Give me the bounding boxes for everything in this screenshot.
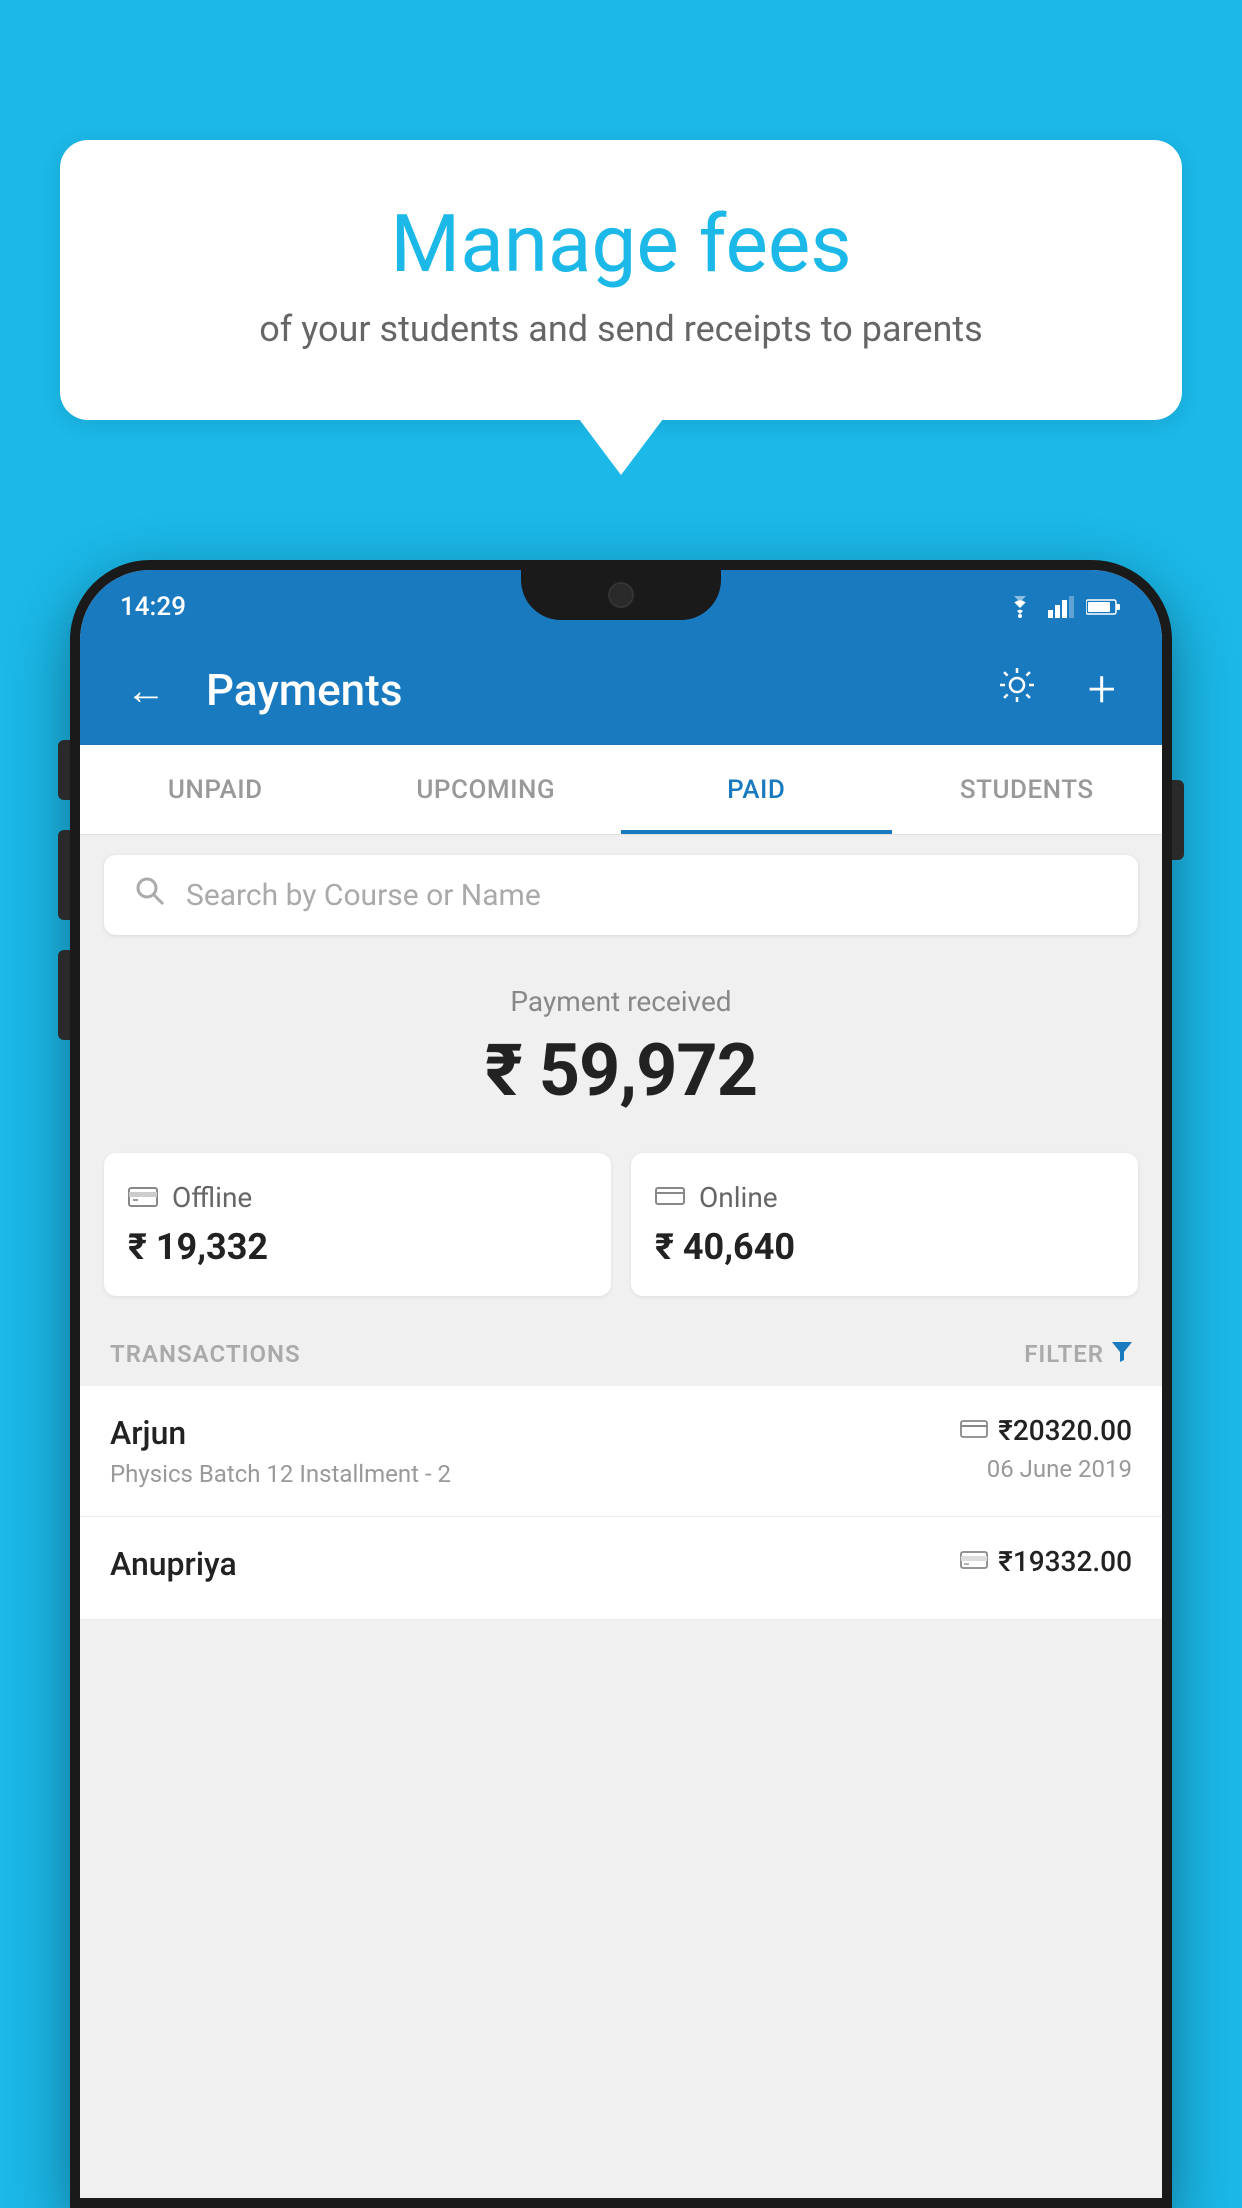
transaction-name: Anupriya bbox=[110, 1545, 237, 1583]
transaction-left: Anupriya bbox=[110, 1545, 237, 1591]
online-icon bbox=[655, 1181, 685, 1214]
offline-icon bbox=[128, 1181, 158, 1214]
transaction-row[interactable]: Anupriya ₹19332.00 bbox=[80, 1517, 1162, 1620]
online-payment-card: Online ₹ 40,640 bbox=[631, 1153, 1138, 1296]
volume-down-button bbox=[58, 830, 70, 920]
search-icon bbox=[134, 875, 166, 915]
transaction-row[interactable]: Arjun Physics Batch 12 Installment - 2 ₹… bbox=[80, 1386, 1162, 1517]
bubble-subtitle: of your students and send receipts to pa… bbox=[110, 308, 1132, 350]
payment-received-label: Payment received bbox=[80, 985, 1162, 1018]
battery-icon bbox=[1086, 598, 1122, 616]
transaction-left: Arjun Physics Batch 12 Installment - 2 bbox=[110, 1414, 451, 1488]
tab-unpaid[interactable]: UNPAID bbox=[80, 745, 351, 834]
tab-upcoming[interactable]: UPCOMING bbox=[351, 745, 622, 834]
payment-summary: Payment received ₹ 59,972 bbox=[80, 955, 1162, 1133]
transaction-detail: Physics Batch 12 Installment - 2 bbox=[110, 1460, 451, 1488]
offline-amount: ₹ 19,332 bbox=[128, 1226, 587, 1268]
status-icons bbox=[1004, 596, 1122, 618]
transactions-label: TRANSACTIONS bbox=[110, 1340, 301, 1368]
transaction-date: 06 June 2019 bbox=[960, 1455, 1132, 1483]
tab-paid[interactable]: PAID bbox=[621, 745, 892, 834]
speech-bubble-container: Manage fees of your students and send re… bbox=[60, 140, 1182, 420]
phone-screen: 14:29 bbox=[80, 570, 1162, 2198]
silent-button bbox=[58, 950, 70, 1040]
wifi-icon bbox=[1004, 596, 1036, 618]
offline-label: Offline bbox=[172, 1181, 252, 1214]
filter-button[interactable]: FILTER bbox=[1024, 1340, 1132, 1368]
search-placeholder-text: Search by Course or Name bbox=[186, 878, 541, 913]
signal-icon bbox=[1048, 596, 1074, 618]
phone-inner: 14:29 bbox=[80, 570, 1162, 2198]
search-bar[interactable]: Search by Course or Name bbox=[104, 855, 1138, 935]
speech-bubble: Manage fees of your students and send re… bbox=[60, 140, 1182, 420]
camera bbox=[608, 582, 634, 608]
payment-type-icon-offline bbox=[960, 1545, 988, 1578]
bubble-title: Manage fees bbox=[110, 200, 1132, 288]
volume-up-button bbox=[58, 740, 70, 800]
transaction-amount: ₹20320.00 bbox=[960, 1414, 1132, 1447]
online-label: Online bbox=[699, 1181, 778, 1214]
gear-button[interactable] bbox=[986, 654, 1048, 727]
add-button[interactable]: + bbox=[1078, 651, 1126, 729]
transaction-right: ₹20320.00 06 June 2019 bbox=[960, 1414, 1132, 1483]
transaction-amount: ₹19332.00 bbox=[960, 1545, 1132, 1578]
phone-frame: 14:29 bbox=[70, 560, 1172, 2208]
offline-payment-card: Offline ₹ 19,332 bbox=[104, 1153, 611, 1296]
app-title: Payments bbox=[206, 664, 956, 716]
tab-students[interactable]: STUDENTS bbox=[892, 745, 1163, 834]
phone-notch bbox=[521, 570, 721, 620]
payment-cards: Offline ₹ 19,332 Online bbox=[80, 1133, 1162, 1316]
transaction-right: ₹19332.00 bbox=[960, 1545, 1132, 1586]
filter-icon bbox=[1112, 1342, 1132, 1367]
tabs-bar: UNPAID UPCOMING PAID STUDENTS bbox=[80, 745, 1162, 835]
online-amount: ₹ 40,640 bbox=[655, 1226, 1114, 1268]
app-bar: ← Payments + bbox=[80, 635, 1162, 745]
payment-type-icon-online bbox=[960, 1414, 988, 1447]
transactions-header: TRANSACTIONS FILTER bbox=[80, 1316, 1162, 1386]
power-button bbox=[1172, 780, 1184, 860]
back-button[interactable]: ← bbox=[116, 657, 176, 724]
payment-received-amount: ₹ 59,972 bbox=[80, 1028, 1162, 1113]
transaction-name: Arjun bbox=[110, 1414, 451, 1452]
status-time: 14:29 bbox=[120, 592, 186, 622]
